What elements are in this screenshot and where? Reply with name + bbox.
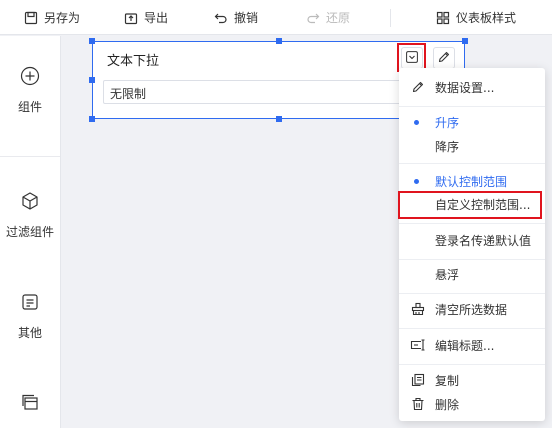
menu-divider — [399, 223, 545, 224]
resize-handle-left[interactable] — [89, 77, 95, 83]
redo-button[interactable]: 还原 — [306, 0, 350, 35]
sidebar-item-layers[interactable] — [0, 392, 60, 415]
menu-divider — [399, 106, 545, 107]
copy-icon — [410, 372, 426, 388]
layers-icon — [20, 392, 40, 415]
save-icon — [24, 11, 38, 25]
sidebar-item-label: 其他 — [17, 326, 42, 340]
dashboard-style-button[interactable]: 仪表板样式 — [436, 0, 516, 35]
edit-title-icon — [410, 337, 426, 353]
menu-item-label: 登录名传递默认值 — [435, 233, 532, 248]
menu-item-login-name-default[interactable]: 登录名传递默认值 — [399, 228, 545, 252]
cube-icon — [20, 191, 40, 214]
resize-handle-bottom[interactable] — [276, 116, 282, 122]
widget-title: 文本下拉 — [107, 54, 160, 69]
grid-icon — [436, 11, 450, 25]
undo-label: 撤销 — [234, 11, 259, 25]
menu-item-clear-data[interactable]: 清空所选数据 — [399, 297, 545, 321]
sidebar-item-label: 组件 — [17, 100, 42, 114]
sidebar-item-label: 过滤组件 — [5, 225, 54, 239]
resize-handle-top-left[interactable] — [89, 38, 95, 44]
menu-item-label: 默认控制范围 — [435, 174, 508, 189]
export-button[interactable]: 导出 — [124, 0, 168, 35]
dashboard-style-label: 仪表板样式 — [456, 11, 517, 25]
menu-item-float[interactable]: 悬浮 — [399, 262, 545, 286]
menu-item-label: 升序 — [435, 115, 460, 130]
resize-handle-bottom-left[interactable] — [89, 116, 95, 122]
menu-item-label: 清空所选数据 — [435, 302, 508, 317]
widget-edit-button[interactable] — [433, 47, 455, 69]
sidebar-item-filter-components[interactable]: 过滤组件 — [0, 191, 60, 240]
pencil-icon — [410, 79, 426, 95]
sidebar-divider — [0, 156, 60, 157]
brush-icon — [410, 301, 426, 317]
menu-divider — [399, 163, 545, 164]
redo-icon — [306, 11, 320, 25]
menu-item-default-range[interactable]: 默认控制范围 — [399, 169, 545, 193]
menu-divider — [399, 259, 545, 260]
trash-icon — [410, 396, 426, 412]
menu-item-ascending[interactable]: 升序 — [399, 110, 545, 134]
toolbar: 另存为 导出 撤销 还原 仪表板样式 — [0, 0, 552, 35]
undo-icon — [214, 11, 228, 25]
undo-button[interactable]: 撤销 — [214, 0, 258, 35]
dropdown-select[interactable]: 无限制 — [103, 80, 403, 104]
menu-item-label: 降序 — [435, 139, 460, 154]
sidebar-item-other[interactable]: 其他 — [0, 292, 60, 341]
menu-item-label: 数据设置... — [435, 80, 495, 95]
menu-item-copy[interactable]: 复制 — [399, 368, 545, 392]
menu-divider — [399, 364, 545, 365]
plus-circle-icon — [20, 66, 40, 89]
doc-icon — [20, 292, 40, 315]
sidebar-item-components[interactable]: 组件 — [0, 66, 60, 115]
toolbar-divider — [390, 9, 391, 27]
menu-item-label: 复制 — [435, 373, 460, 388]
menu-divider — [399, 293, 545, 294]
menu-item-label: 删除 — [435, 397, 460, 412]
menu-item-descending[interactable]: 降序 — [399, 134, 545, 158]
pencil-icon — [437, 50, 451, 67]
save-as-button[interactable]: 另存为 — [24, 0, 80, 35]
widget-context-menu: 数据设置... 升序 降序 默认控制范围 自定义控制范围... 登录名传递默认值… — [399, 68, 545, 421]
resize-handle-top-right[interactable] — [462, 38, 468, 44]
save-as-label: 另存为 — [44, 11, 81, 25]
menu-item-label: 悬浮 — [435, 267, 460, 282]
export-icon — [124, 11, 138, 25]
selected-dot-icon — [414, 120, 419, 125]
redo-label: 还原 — [326, 11, 351, 25]
menu-item-edit-title[interactable]: 编辑标题... — [399, 333, 545, 357]
highlight-box-custom-range — [398, 191, 542, 219]
menu-item-data-settings[interactable]: 数据设置... — [399, 75, 545, 99]
menu-item-label: 编辑标题... — [435, 338, 495, 353]
menu-divider — [399, 328, 545, 329]
selected-dot-icon — [414, 179, 419, 184]
resize-handle-top[interactable] — [276, 38, 282, 44]
export-label: 导出 — [144, 11, 169, 25]
menu-item-delete[interactable]: 删除 — [399, 392, 545, 416]
sidebar: 组件 过滤组件 其他 — [0, 36, 61, 428]
